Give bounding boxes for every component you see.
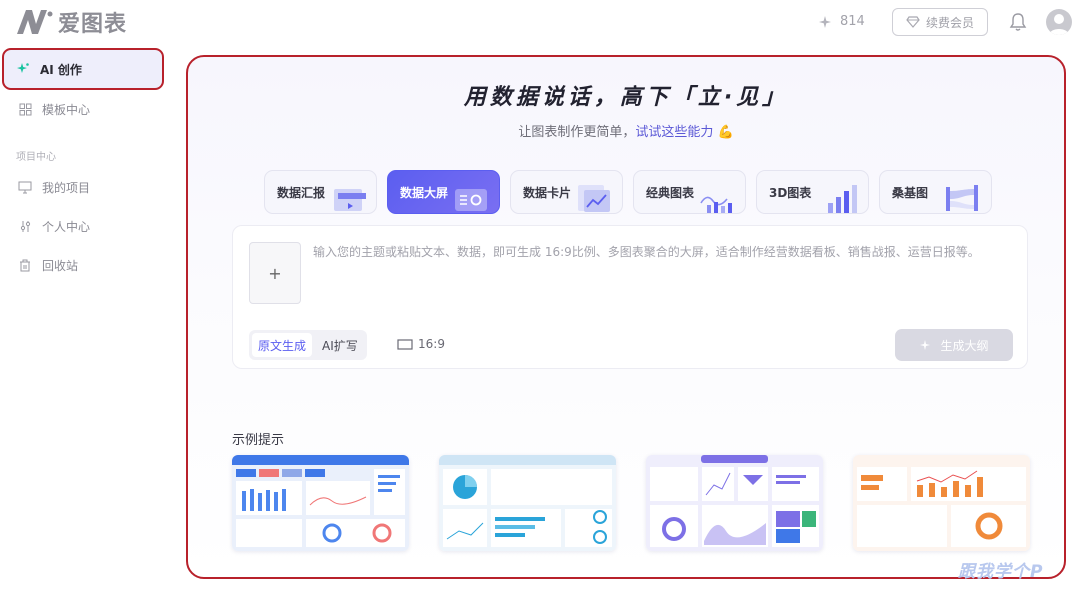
aspect-ratio-selector[interactable]: 16:9 <box>397 337 445 351</box>
mode-ai-expand[interactable]: AI扩写 <box>316 333 364 357</box>
logo-text: 爱图表 <box>58 12 128 37</box>
sidebar-item-label: AI 创作 <box>40 62 82 77</box>
sparkle-icon <box>819 15 831 28</box>
user-avatar[interactable] <box>1046 9 1072 35</box>
sidebar-section-label: 项目中心 <box>16 152 56 163</box>
dashboard-thumbnail-image <box>646 455 823 551</box>
points-value: 814 <box>840 14 865 29</box>
page-subline: 让图表制作更简单，试试这些能力 💪 <box>188 121 1064 140</box>
sidebar-item-personal-center[interactable]: 个人中心 <box>14 211 164 241</box>
subline-highlight: 试试这些能力 <box>635 125 714 140</box>
3d-bars-icon <box>828 185 857 213</box>
dashboard-thumbnail-image <box>853 455 1030 551</box>
sidebar-item-label: 回收站 <box>42 258 79 273</box>
tab-data-card[interactable]: 数据卡片 <box>510 170 623 214</box>
screen-icon <box>455 189 487 211</box>
sidebar-item-my-projects[interactable]: 我的项目 <box>14 172 164 202</box>
renew-vip-button[interactable]: 续费会员 <box>892 8 988 36</box>
sidebar-item-label: 模板中心 <box>42 102 91 117</box>
trash-icon <box>18 258 32 272</box>
flexed-arm-emoji: 💪 <box>717 125 734 140</box>
classic-bars-icon <box>700 196 732 213</box>
tab-data-screen[interactable]: 数据大屏 <box>387 170 500 214</box>
aspect-ratio-icon <box>397 338 413 350</box>
top-bar: 爱图表 814 续费会员 <box>0 0 1080 44</box>
dashboard-thumbnail-image <box>232 455 409 551</box>
examples-heading: 示例提示 <box>232 433 285 448</box>
example-thumbnail[interactable] <box>646 455 823 551</box>
subline-text: 让图表制作更简单， <box>518 125 636 140</box>
ai-sparkle-icon <box>16 62 30 76</box>
tab-label: 数据大屏 <box>400 185 449 200</box>
generation-mode-toggle: 原文生成 AI扩写 <box>249 330 367 360</box>
sparkle-icon <box>920 339 931 350</box>
sidebar-item-template-center[interactable]: 模板中心 <box>14 94 164 124</box>
card-line-icon <box>578 185 610 212</box>
prompt-card: + 输入您的主题或粘贴文本、数据，即可生成 16:9比例、多图表聚合的大屏，适合… <box>232 225 1028 369</box>
renew-vip-label: 续费会员 <box>925 15 974 30</box>
tab-classic-chart[interactable]: 经典图表 <box>633 170 746 214</box>
user-avatar-icon <box>1049 14 1069 35</box>
generate-outline-button[interactable]: 生成大纲 <box>895 329 1013 361</box>
tab-label: 经典图表 <box>646 185 695 200</box>
upload-button[interactable]: + <box>249 242 301 304</box>
aspect-ratio-value: 16:9 <box>418 337 445 351</box>
doc-chart-icon <box>334 189 366 211</box>
sankey-icon <box>946 185 978 211</box>
sidebar-item-ai-create[interactable]: AI 创作 <box>2 48 164 90</box>
ai-create-panel: 用数据说话，高下「立·见」 让图表制作更简单，试试这些能力 💪 数据汇报 数据大… <box>186 55 1066 579</box>
example-thumbnail[interactable] <box>853 455 1030 551</box>
diamond-icon <box>906 16 920 28</box>
page-headline: 用数据说话，高下「立·见」 <box>463 85 789 110</box>
example-thumbnail[interactable] <box>232 455 409 551</box>
tab-label: 3D图表 <box>769 185 812 200</box>
prompt-input[interactable]: 输入您的主题或粘贴文本、数据，即可生成 16:9比例、多图表聚合的大屏，适合制作… <box>313 243 1013 261</box>
dashboard-thumbnail-image <box>439 455 616 551</box>
monitor-icon <box>18 180 32 194</box>
mode-original[interactable]: 原文生成 <box>252 333 313 357</box>
watermark-text: 跟我学个P <box>958 562 1044 582</box>
feature-tabs: 数据汇报 数据大屏 数据卡片 经典图表 3D图表 桑基图 <box>264 170 992 214</box>
tab-label: 数据汇报 <box>277 185 326 200</box>
tab-sankey[interactable]: 桑基图 <box>879 170 992 214</box>
sidebar-item-label: 个人中心 <box>42 219 91 234</box>
logo-mark-icon <box>17 10 53 34</box>
tab-label: 桑基图 <box>892 185 929 200</box>
app-logo[interactable]: 爱图表 <box>14 6 127 38</box>
example-thumbnail[interactable] <box>439 455 616 551</box>
tab-data-report[interactable]: 数据汇报 <box>264 170 377 214</box>
notification-bell-icon[interactable] <box>1009 12 1027 32</box>
points-counter[interactable]: 814 <box>818 14 865 29</box>
generate-outline-label: 生成大纲 <box>940 338 989 353</box>
sidebar-item-recycle-bin[interactable]: 回收站 <box>14 250 164 280</box>
tab-3d-chart[interactable]: 3D图表 <box>756 170 869 214</box>
sidebar-item-label: 我的项目 <box>42 180 91 195</box>
tab-label: 数据卡片 <box>523 185 572 200</box>
example-gallery <box>232 455 1030 551</box>
sliders-icon <box>18 219 32 233</box>
grid-icon <box>18 102 32 116</box>
